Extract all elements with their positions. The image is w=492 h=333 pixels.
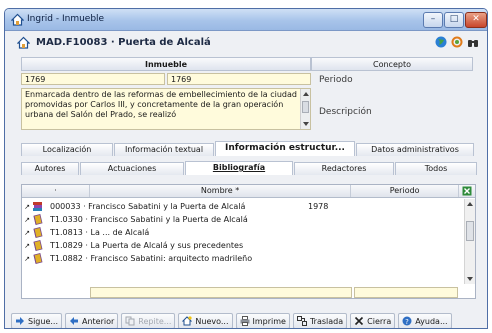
row-pointer-icon: ↗ — [24, 215, 30, 224]
table-row[interactable]: ↗ T1.0829 · La Puerta de Alcalá y sus pr… — [22, 239, 465, 252]
repite-button[interactable]: Repite... — [121, 313, 176, 328]
siguiente-label: Sigue... — [28, 316, 58, 326]
arrow-left-icon — [70, 317, 78, 325]
row-pointer-icon: ↗ — [24, 202, 30, 211]
grid-col-nombre[interactable]: Nombre * — [90, 185, 352, 197]
maximize-button[interactable]: □ — [444, 12, 464, 28]
transfer-icon — [296, 316, 307, 326]
tab-localizacion[interactable]: Localización — [21, 143, 113, 156]
app-window: Ingrid - Inmueble – □ ✕ MAD.F10083 · Pue… — [4, 8, 488, 329]
row-name: T1.0829 · La Puerta de Alcalá y sus prec… — [50, 241, 244, 250]
tab-actuaciones[interactable]: Actuaciones — [80, 162, 184, 175]
bibliografia-grid: · Nombre * Periodo ↗ 000033 · Francisco … — [21, 184, 476, 299]
descripcion-field[interactable]: Enmarcada dentro de las reformas de embe… — [21, 88, 311, 130]
row-pointer-icon: ↗ — [24, 254, 30, 263]
grid-col-dot: · — [22, 185, 90, 197]
descripcion-label: Descripción — [319, 107, 372, 117]
printer-icon — [240, 316, 249, 326]
main-tabs: Localización Información textual Informa… — [21, 141, 475, 156]
repite-label: Repite... — [138, 316, 172, 326]
grid-new-row — [90, 287, 466, 298]
scroll-down-arrow-icon[interactable] — [465, 274, 475, 284]
tab-redactores[interactable]: Redactores — [294, 162, 394, 175]
minimize-button[interactable]: – — [423, 12, 443, 28]
tab-informacion-textual[interactable]: Información textual — [114, 143, 214, 156]
row-name: 000033 · Francisco Sabatini y la Puerta … — [50, 202, 246, 211]
title-bar[interactable]: Ingrid - Inmueble – □ ✕ — [5, 9, 487, 31]
tab-autores[interactable]: Autores — [21, 162, 79, 175]
book-icon — [33, 214, 43, 225]
tab-informacion-estructurada[interactable]: Información estructur... — [215, 141, 355, 156]
traslada-label: Traslada — [309, 316, 344, 326]
table-row[interactable]: ↗ T1.0330 · Francisco Sabatini y la Puer… — [22, 213, 465, 226]
sub-tabs: Autores Actuaciones Bibliografía Redacto… — [21, 161, 478, 175]
inmueble-header: Inmueble — [21, 57, 311, 71]
bottom-toolbar: Sigue... Anterior Repite... Nuevo... Imp… — [11, 313, 487, 328]
book-icon — [33, 253, 43, 264]
descripcion-scrollbar[interactable] — [300, 89, 310, 129]
scroll-down-arrow-icon[interactable] — [301, 120, 311, 128]
tab-todos[interactable]: Todos — [395, 162, 477, 175]
periodo-end-field[interactable]: 1769 — [167, 73, 311, 85]
scroll-up-arrow-icon[interactable] — [465, 199, 475, 209]
book-icon — [33, 227, 43, 238]
grid-scrollbar[interactable] — [464, 199, 475, 284]
arrow-right-icon — [16, 317, 24, 325]
book-stack-icon — [33, 202, 42, 211]
binoculars-icon[interactable] — [467, 36, 479, 48]
help-icon: ? — [402, 316, 412, 326]
grid-col-periodo[interactable]: Periodo — [351, 185, 460, 197]
globe-icon[interactable] — [435, 36, 447, 48]
close-icon — [355, 316, 364, 326]
row-pointer-icon: ↗ — [24, 228, 30, 237]
table-row[interactable]: ↗ T1.0882 · Francisco Sabatini: arquitec… — [22, 252, 465, 265]
grid-header: · Nombre * Periodo — [22, 185, 475, 198]
new-row-period-field[interactable] — [354, 287, 458, 298]
grid-rows: ↗ 000033 · Francisco Sabatini y la Puert… — [22, 200, 465, 265]
row-name: T1.0813 · La ... de Alcalá — [50, 228, 150, 237]
column-headers: Inmueble Concepto — [21, 57, 473, 71]
refresh-icon[interactable] — [451, 36, 463, 48]
home-icon — [11, 13, 24, 26]
siguiente-button[interactable]: Sigue... — [11, 313, 62, 328]
new-house-icon — [182, 316, 193, 326]
anterior-button[interactable]: Anterior — [65, 313, 119, 328]
row-pointer-icon: ↗ — [24, 241, 30, 250]
row-name: T1.0330 · Francisco Sabatini y la Puerta… — [50, 215, 248, 224]
scroll-up-arrow-icon[interactable] — [301, 90, 311, 98]
periodo-label: Periodo — [319, 75, 353, 85]
cierra-label: Cierra — [367, 316, 392, 326]
record-header: MAD.F10083 · Puerta de Alcalá — [5, 32, 487, 55]
svg-text:?: ? — [405, 318, 409, 326]
close-window-button[interactable]: ✕ — [465, 12, 487, 28]
imprime-button[interactable]: Imprime — [235, 313, 290, 328]
tab-datos-administrativos[interactable]: Datos administrativos — [356, 143, 474, 156]
new-row-name-field[interactable] — [90, 287, 352, 298]
traslada-button[interactable]: Traslada — [292, 313, 348, 328]
nuevo-label: Nuevo... — [195, 316, 229, 326]
excel-export[interactable] — [459, 185, 475, 197]
descripcion-scroll-thumb[interactable] — [302, 101, 309, 113]
anterior-label: Anterior — [82, 316, 115, 326]
cierra-button[interactable]: Cierra — [350, 313, 396, 328]
book-icon — [33, 240, 43, 251]
nuevo-button[interactable]: Nuevo... — [178, 313, 233, 328]
table-row[interactable]: ↗ T1.0813 · La ... de Alcalá — [22, 226, 465, 239]
descripcion-text: Enmarcada dentro de las reformas de embe… — [25, 90, 297, 119]
ayuda-label: Ayuda... — [415, 316, 448, 326]
copy-icon — [125, 316, 135, 326]
house-icon — [17, 36, 30, 49]
table-row[interactable]: ↗ 000033 · Francisco Sabatini y la Puert… — [22, 200, 465, 213]
tab-bibliografia[interactable]: Bibliografía — [185, 161, 293, 175]
concepto-header: Concepto — [311, 57, 473, 71]
excel-icon[interactable] — [462, 186, 472, 196]
imprime-label: Imprime — [252, 316, 286, 326]
record-title: MAD.F10083 · Puerta de Alcalá — [36, 37, 211, 48]
row-name: T1.0882 · Francisco Sabatini: arquitecto… — [50, 254, 253, 263]
periodo-start-field[interactable]: 1769 — [21, 73, 165, 85]
ayuda-button[interactable]: ? Ayuda... — [398, 313, 452, 328]
window-title: Ingrid - Inmueble — [27, 14, 105, 24]
grid-scroll-thumb[interactable] — [466, 221, 474, 241]
row-period: 1978 — [308, 202, 329, 211]
